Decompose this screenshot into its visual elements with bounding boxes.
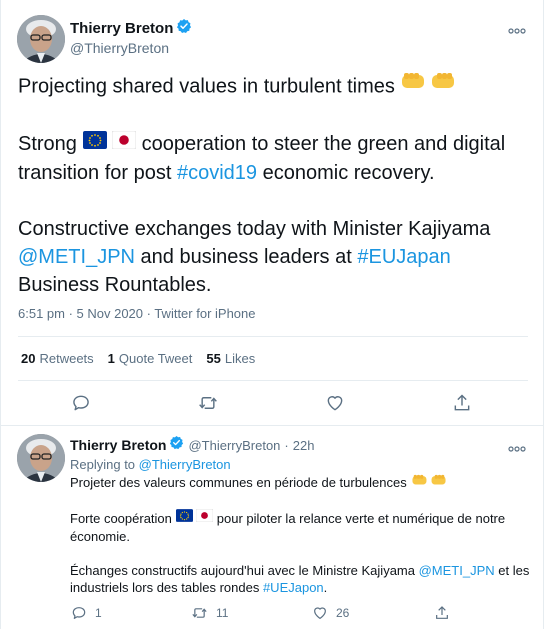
likes-count: 55: [206, 351, 221, 366]
hashtag-uejapon-link[interactable]: #UEJapon: [263, 580, 324, 595]
share-icon[interactable]: [450, 392, 474, 414]
reply-paragraph-3: Échanges constructifs aujourd'hui avec l…: [70, 562, 530, 596]
fist-bump-icon: [410, 473, 448, 491]
divider: [18, 336, 528, 337]
reply-body: Projeter des valeurs communes en période…: [70, 474, 530, 613]
quotes-count: 1: [107, 351, 115, 366]
divider: [18, 380, 528, 381]
reply-p2-prefix: Forte coopération: [70, 510, 172, 526]
author-handle[interactable]: @ThierryBreton: [70, 40, 169, 56]
reply-time[interactable]: 22h: [293, 438, 315, 453]
tweet-thread: Thierry Breton @ThierryBreton Projecting…: [0, 0, 544, 629]
author-name-row[interactable]: Thierry Breton: [70, 18, 192, 39]
more-icon[interactable]: [508, 21, 526, 37]
reply-p3-prefix: Échanges constructifs aujourd'hui avec l…: [70, 562, 415, 578]
eu-flag-icon: [175, 508, 193, 526]
fist-bump-icon: [400, 70, 456, 100]
japan-flag-icon: [195, 508, 214, 526]
reply-actions: 1 11 26: [1, 605, 544, 623]
tweet-timestamp[interactable]: 6:51 pm · 5 Nov 2020 · Twitter for iPhon…: [18, 306, 256, 321]
mention-meti-jpn-link[interactable]: @METI_JPN: [18, 246, 135, 268]
reply-icon[interactable]: [69, 392, 93, 414]
reply-line-1: Projeter des valeurs communes en période…: [70, 474, 530, 493]
like-icon: [314, 607, 326, 619]
japan-flag-icon: [111, 129, 137, 157]
more-icon[interactable]: [508, 439, 526, 455]
reply-avatar[interactable]: [17, 434, 65, 482]
p3-middle: and business leaders at: [140, 245, 352, 268]
reply-icon: [72, 607, 86, 619]
reply-paragraph-2: Forte coopération pour piloter la relanc…: [70, 508, 530, 545]
like-count: 26: [336, 606, 350, 620]
tweet-line-1: Projecting shared values in turbulent ti…: [18, 72, 533, 102]
p3-prefix: Constructive exchanges today with Minist…: [18, 217, 491, 240]
hashtag-covid19-link[interactable]: #covid19: [177, 162, 257, 184]
reply-p3-suffix: .: [323, 579, 328, 595]
tweet-paragraph-2: Strong cooperation to steer the green an…: [18, 130, 533, 187]
verified-icon: [176, 18, 192, 39]
retweet-icon: [192, 608, 207, 618]
retweets-label: Retweets: [39, 351, 94, 366]
likes-label: Likes: [224, 351, 256, 366]
reply-author-row: Thierry Breton @ThierryBreton · 22h: [70, 435, 314, 455]
p3-suffix: Business Rountables.: [18, 273, 212, 296]
avatar[interactable]: [17, 15, 65, 63]
share-icon: [436, 606, 448, 619]
p2-prefix: Strong: [18, 133, 77, 155]
reply-line-1-text: Projeter des valeurs communes en période…: [70, 475, 407, 490]
tweet-stats: 20 Retweets 1 Quote Tweet 55 Likes: [21, 351, 255, 366]
reply-share-button[interactable]: [434, 605, 450, 621]
hashtag-eujapan-link[interactable]: #EUJapan: [357, 246, 450, 268]
tweet-paragraph-3: Constructive exchanges today with Minist…: [18, 215, 533, 299]
verified-icon: [169, 435, 184, 455]
retweet-icon[interactable]: [196, 392, 220, 414]
eu-flag-icon: [82, 129, 107, 157]
like-icon[interactable]: [323, 392, 347, 414]
retweets-stat[interactable]: 20 Retweets: [21, 351, 94, 366]
replying-to: Replying to @ThierryBreton: [70, 457, 231, 472]
quotes-label: Quote Tweet: [118, 351, 193, 366]
replying-to-link[interactable]: @ThierryBreton: [139, 457, 231, 472]
reply-like-button[interactable]: 26: [312, 605, 349, 621]
reply-author-name[interactable]: Thierry Breton: [70, 437, 166, 453]
mention-meti-jpn-link[interactable]: @METI_JPN: [419, 563, 495, 578]
author-name[interactable]: Thierry Breton: [70, 20, 173, 37]
replying-prefix: Replying to: [70, 457, 136, 472]
tweet-actions: [1, 392, 544, 416]
tweet-body: Projecting shared values in turbulent ti…: [18, 72, 533, 327]
retweet-count: 11: [216, 606, 229, 620]
p2-suffix: economic recovery.: [262, 161, 435, 184]
tweet-line-1-text: Projecting shared values in turbulent ti…: [18, 75, 395, 98]
avatar-image: [17, 15, 65, 63]
reply-reply-button[interactable]: 1: [71, 605, 102, 621]
retweets-count: 20: [21, 351, 36, 366]
quotes-stat[interactable]: 1 Quote Tweet: [108, 351, 193, 366]
reply-author-handle[interactable]: @ThierryBreton: [188, 438, 280, 453]
avatar-image: [17, 434, 65, 482]
separator-dot: ·: [284, 437, 289, 453]
likes-stat[interactable]: 55 Likes: [206, 351, 255, 366]
reply-retweet-button[interactable]: 11: [191, 605, 228, 621]
reply-count: 1: [95, 606, 102, 620]
